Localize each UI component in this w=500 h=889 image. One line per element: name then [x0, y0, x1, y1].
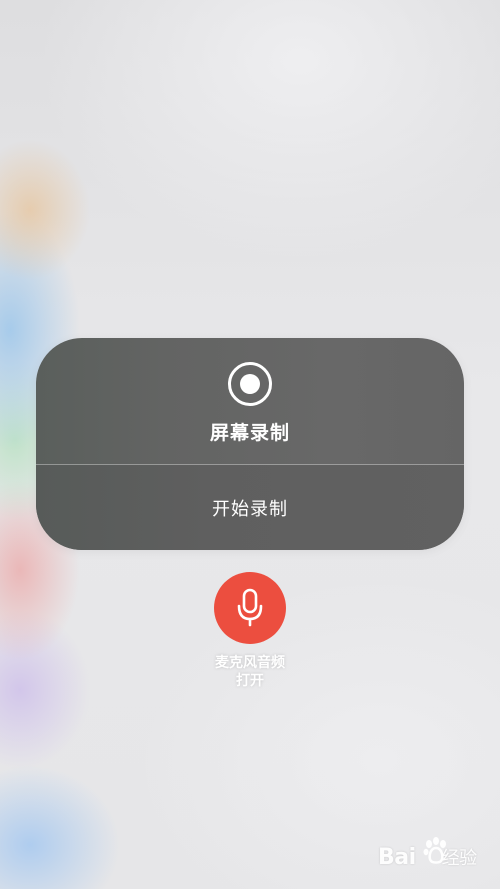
microphone-icon: [237, 588, 263, 627]
paw-icon: [423, 837, 446, 864]
start-recording-label: 开始录制: [212, 499, 288, 520]
microphone-toggle-button[interactable]: [214, 572, 286, 644]
record-icon: [228, 362, 272, 406]
baidu-jingyan-watermark: Bai 经验: [378, 836, 492, 882]
screen-recording-card: 屏幕录制 开始录制: [36, 338, 464, 550]
screen-recording-title: 屏幕录制: [209, 422, 290, 444]
microphone-label: 麦克风音频: [215, 655, 285, 671]
microphone-status: 打开: [236, 673, 264, 689]
start-recording-button[interactable]: 开始录制: [36, 465, 464, 550]
microphone-label-group: 麦克风音频 打开: [150, 654, 350, 690]
screen-recording-header: 屏幕录制: [36, 338, 464, 464]
